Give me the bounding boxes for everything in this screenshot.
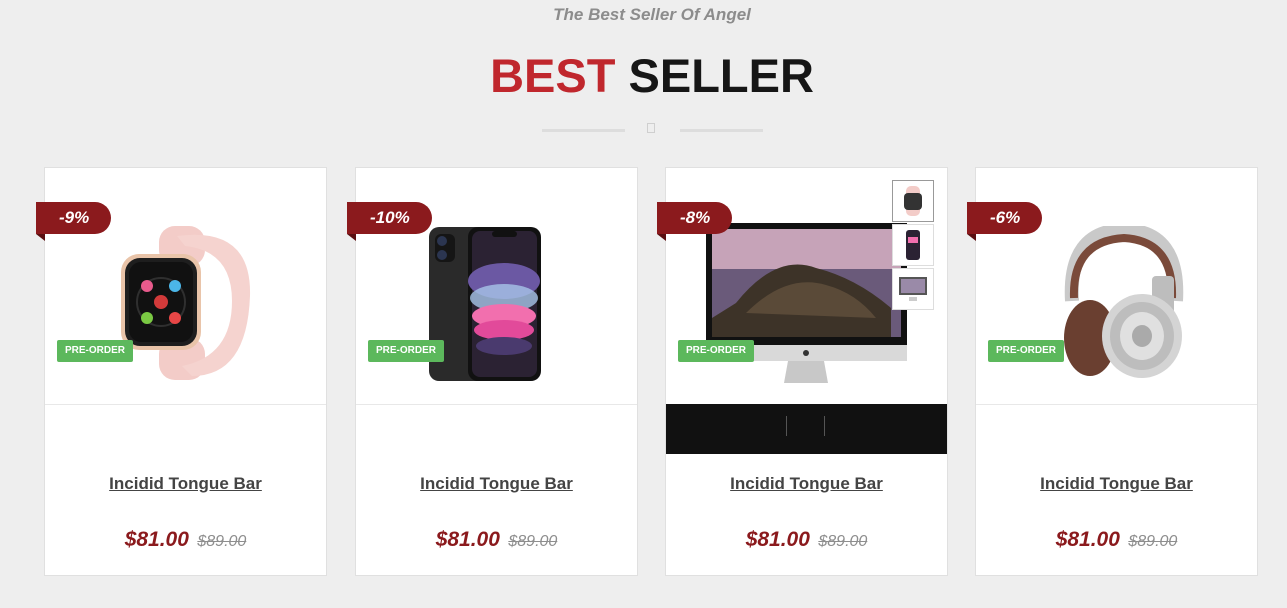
- product-action-bar: [666, 404, 947, 454]
- product-card[interactable]: -6% PRE-ORDER Incidid Tongue Bar $81.00 …: [967, 167, 1258, 576]
- discount-badge: -6%: [967, 202, 1043, 241]
- price-row: $81.00 $89.00: [976, 528, 1257, 552]
- product-old-price: $89.00: [1128, 533, 1178, 550]
- product-old-price: $89.00: [197, 533, 247, 550]
- preorder-badge: PRE-ORDER: [57, 340, 134, 362]
- product-price: $81.00: [745, 528, 810, 551]
- headphones-image[interactable]: [1060, 226, 1186, 381]
- section-title: BEST SELLER: [0, 48, 1287, 104]
- section-title-accent: BEST: [490, 49, 616, 102]
- divider-left: [542, 129, 625, 132]
- watch-thumb-icon: [904, 186, 922, 216]
- divider-icon: [647, 123, 655, 133]
- phone-thumb-icon: [906, 230, 920, 260]
- price-row: $81.00 $89.00: [45, 528, 326, 552]
- action-separator: [786, 416, 787, 436]
- iphone-image[interactable]: [428, 226, 542, 382]
- product-image-area[interactable]: -6% PRE-ORDER: [967, 168, 1257, 405]
- product-old-price: $89.00: [818, 533, 868, 550]
- discount-badge: -10%: [347, 202, 432, 241]
- product-price: $81.00: [1055, 528, 1120, 551]
- product-price: $81.00: [124, 528, 189, 551]
- product-image-area[interactable]: -10% PRE-ORDER: [347, 168, 637, 405]
- action-separator: [824, 416, 825, 436]
- product-card[interactable]: -10% PRE-ORDER Incidid Tongue Bar $81.00…: [347, 167, 638, 576]
- section-title-rest: SELLER: [628, 49, 814, 102]
- imac-thumb-icon: [899, 277, 927, 301]
- price-row: $81.00 $89.00: [666, 528, 947, 552]
- product-name-link[interactable]: Incidid Tongue Bar: [45, 474, 326, 494]
- thumbnail-phone[interactable]: [892, 224, 934, 266]
- discount-badge: -8%: [657, 202, 733, 241]
- product-name-link[interactable]: Incidid Tongue Bar: [976, 474, 1257, 494]
- image-thumbnails: [892, 180, 934, 312]
- discount-badge: -9%: [36, 202, 112, 241]
- product-old-price: $89.00: [508, 533, 558, 550]
- product-price: $81.00: [435, 528, 500, 551]
- thumbnail-imac[interactable]: [892, 268, 934, 310]
- section-subtitle: The Best Seller Of Angel: [553, 5, 751, 24]
- product-name-link[interactable]: Incidid Tongue Bar: [356, 474, 637, 494]
- product-card[interactable]: -8% PRE-ORDER Incidid Tongue Bar $81.00 …: [657, 167, 948, 576]
- product-image-area[interactable]: -9% PRE-ORDER: [36, 168, 326, 405]
- divider-right: [680, 129, 763, 132]
- preorder-badge: PRE-ORDER: [988, 340, 1065, 362]
- preorder-badge: PRE-ORDER: [678, 340, 755, 362]
- price-row: $81.00 $89.00: [356, 528, 637, 552]
- product-card[interactable]: -9% PRE-ORDER Incidid Tongue Bar $81.00 …: [36, 167, 327, 576]
- thumbnail-watch[interactable]: [892, 180, 934, 222]
- preorder-badge: PRE-ORDER: [368, 340, 445, 362]
- product-image-area[interactable]: -8% PRE-ORDER: [657, 168, 947, 405]
- product-name-link[interactable]: Incidid Tongue Bar: [666, 474, 947, 494]
